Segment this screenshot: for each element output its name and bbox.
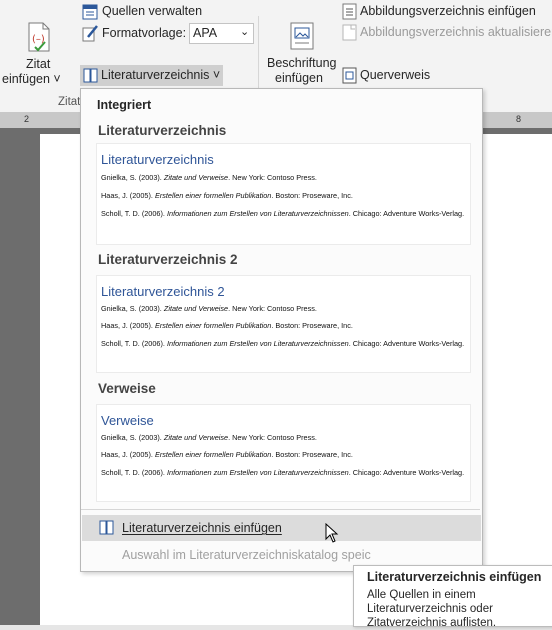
manage-sources-button[interactable]: Quellen verwalten xyxy=(80,1,250,21)
style-value: APA xyxy=(193,26,218,40)
citation-entry: Scholl, T. D. (2006). Informationen zum … xyxy=(101,209,465,218)
insert-bibliography-menu-item[interactable]: Literaturverzeichnis einfügen xyxy=(82,515,481,543)
manage-sources-icon xyxy=(82,4,98,20)
chevron-down-icon: ⌄ xyxy=(240,26,250,38)
card-title: Literaturverzeichnis xyxy=(101,152,214,167)
citation-entry: Gnielka, S. (2003). Zitate und Verweise.… xyxy=(101,433,317,442)
insert-bibliography-label: Literaturverzeichnis einfügen xyxy=(122,521,282,535)
style-dropdown[interactable]: APA ⌄ xyxy=(189,23,254,44)
tooltip: Literaturverzeichnis einfügen Alle Quell… xyxy=(353,565,552,629)
tooltip-title: Literaturverzeichnis einfügen xyxy=(367,570,542,584)
save-selection-label: Auswahl im Literaturverzeichniskatalog s… xyxy=(122,548,371,562)
insert-citation-button[interactable]: (–) Zitat einfügen ˅ xyxy=(2,14,72,90)
ruler-mark-left: 2 xyxy=(24,114,30,124)
cross-reference-label: Querverweis xyxy=(360,68,431,82)
citation-entry: Haas, J. (2005). Erstellen einer formell… xyxy=(101,450,353,459)
insert-caption-icon xyxy=(290,22,314,50)
cross-reference-icon xyxy=(342,67,357,84)
style-label: Formatvorlage: xyxy=(102,26,187,40)
citation-entry: Gnielka, S. (2003). Zitate und Verweise.… xyxy=(101,304,317,313)
bibliography-label: Literaturverzeichnis ˅ xyxy=(101,68,221,82)
citation-entry: Scholl, T. D. (2006). Informationen zum … xyxy=(101,468,465,477)
citation-entry: Haas, J. (2005). Erstellen einer formell… xyxy=(101,321,353,330)
update-table-icon xyxy=(342,24,357,41)
insert-table-of-figures-button[interactable]: Abbildungsverzeichnis einfügen xyxy=(340,1,552,22)
bibliography-option[interactable]: Literaturverzeichnis Gnielka, S. (2003).… xyxy=(96,143,471,245)
insert-citation-label-1: Zitat xyxy=(26,57,51,71)
citation-entry: Scholl, T. D. (2006). Informationen zum … xyxy=(101,339,465,348)
bibliography-gallery: Integriert Literaturverzeichnis Literatu… xyxy=(80,88,483,572)
insert-caption-label-2: einfügen xyxy=(275,71,323,85)
bibliography-option[interactable]: Verweise Gnielka, S. (2003). Zitate und … xyxy=(96,404,471,502)
citation-entry: Gnielka, S. (2003). Zitate und Verweise.… xyxy=(101,173,317,182)
group-separator xyxy=(258,16,259,88)
gallery-divider xyxy=(81,509,480,510)
update-table-label: Abbildungsverzeichnis aktualisieren xyxy=(360,25,552,39)
update-table-button[interactable]: Abbildungsverzeichnis aktualisieren xyxy=(340,22,552,43)
insert-citation-label-2: einfügen ˅ xyxy=(2,72,61,86)
group-label-citations: Zitat xyxy=(58,96,81,108)
citation-entry: Haas, J. (2005). Erstellen einer formell… xyxy=(101,191,353,200)
mouse-cursor-icon xyxy=(325,523,339,543)
table-of-figures-icon xyxy=(342,3,357,20)
bibliography-icon xyxy=(99,520,114,535)
bibliography-icon xyxy=(83,68,98,83)
card-title: Literaturverzeichnis 2 xyxy=(101,284,225,299)
cross-reference-button[interactable]: Querverweis xyxy=(340,65,450,86)
section-heading: Literaturverzeichnis xyxy=(98,123,227,138)
insert-table-of-figures-label: Abbildungsverzeichnis einfügen xyxy=(360,4,536,18)
manage-sources-label: Quellen verwalten xyxy=(102,4,203,18)
card-title: Verweise xyxy=(101,413,154,428)
gallery-header: Integriert xyxy=(97,98,152,112)
section-heading: Verweise xyxy=(98,381,156,396)
ruler-mark-right: 8 xyxy=(516,114,522,124)
insert-citation-icon: (–) xyxy=(28,22,50,52)
bibliography-button[interactable]: Literaturverzeichnis ˅ xyxy=(80,65,223,86)
tooltip-body: Alle Quellen in einem Literaturverzeichn… xyxy=(367,589,497,629)
insert-caption-button[interactable]: Beschriftung einfügen xyxy=(264,18,338,88)
style-icon xyxy=(82,25,98,42)
style-selector: Formatvorlage: APA ⌄ xyxy=(80,23,255,44)
section-heading: Literaturverzeichnis 2 xyxy=(98,252,238,267)
insert-caption-label-1: Beschriftung xyxy=(267,56,337,70)
bibliography-option[interactable]: Literaturverzeichnis 2 Gnielka, S. (2003… xyxy=(96,275,471,373)
